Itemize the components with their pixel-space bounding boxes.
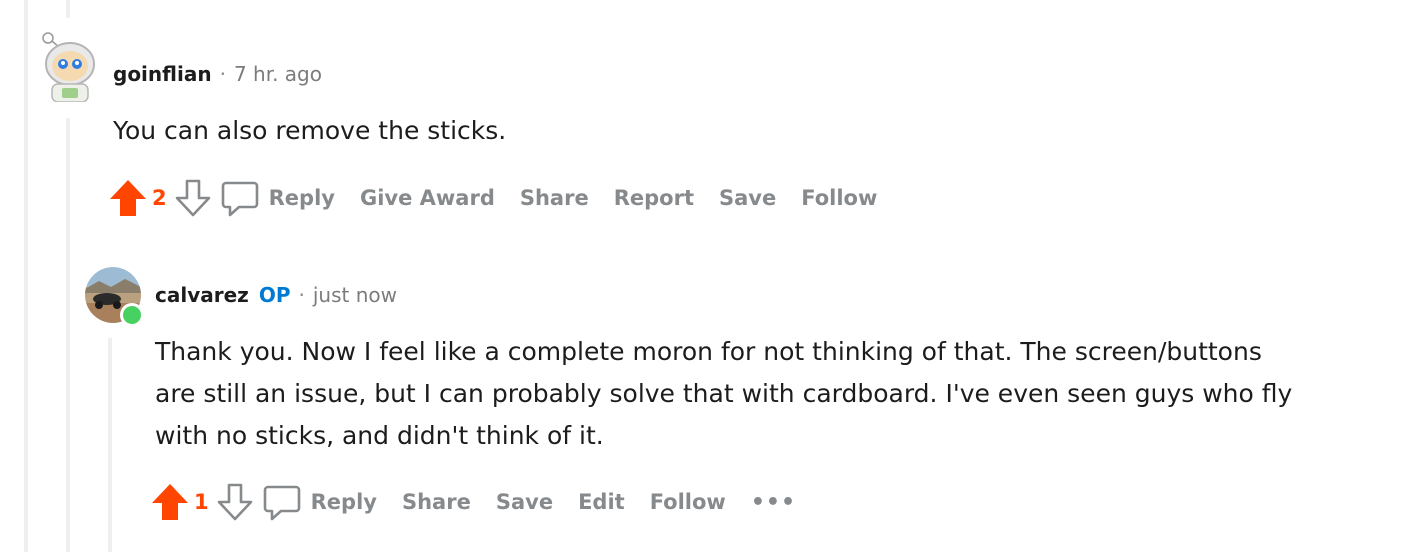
comment-actions: 1 Reply Share Save Edit Follow ••• <box>150 480 796 524</box>
comment-actions: 2 Reply Give Award Share Report Save Fol… <box>108 176 902 220</box>
save-button[interactable]: Save <box>719 186 776 210</box>
edit-button[interactable]: Edit <box>578 490 625 514</box>
thread-line-comment-2[interactable] <box>108 338 112 552</box>
author-link[interactable]: calvarez <box>155 283 249 307</box>
vote-score: 1 <box>194 490 209 514</box>
thread-line-outer[interactable] <box>24 0 28 552</box>
follow-button[interactable]: Follow <box>801 186 877 210</box>
meta-separator: · <box>298 283 305 307</box>
op-badge: OP <box>258 283 291 307</box>
meta-separator: · <box>219 62 226 86</box>
author-link[interactable]: goinflian <box>113 62 212 86</box>
comment-bubble-icon[interactable] <box>219 177 261 219</box>
downvote-icon[interactable] <box>215 482 255 522</box>
comment-bubble-icon[interactable] <box>261 481 303 523</box>
more-options-button[interactable]: ••• <box>751 490 796 515</box>
give-award-button[interactable]: Give Award <box>360 186 495 210</box>
upvote-icon[interactable] <box>150 482 190 522</box>
timestamp[interactable]: just now <box>313 283 397 307</box>
comment-body-line: with no sticks, and didn't think of it. <box>155 421 604 450</box>
online-status-indicator <box>120 303 144 327</box>
report-button[interactable]: Report <box>614 186 694 210</box>
snoo-astronaut-avatar-icon <box>42 32 95 103</box>
comment-body-line: are still an issue, but I can probably s… <box>155 379 1293 408</box>
reply-button[interactable]: Reply <box>311 490 377 514</box>
upvote-icon[interactable] <box>108 178 148 218</box>
save-button[interactable]: Save <box>496 490 553 514</box>
thread-line-comment-1[interactable] <box>66 118 70 552</box>
downvote-icon[interactable] <box>173 178 213 218</box>
comment-body: You can also remove the sticks. <box>113 116 507 145</box>
follow-button[interactable]: Follow <box>650 490 726 514</box>
comment-body: Thank you. Now I feel like a complete mo… <box>155 331 1292 457</box>
comment-body-line: Thank you. Now I feel like a complete mo… <box>155 337 1262 366</box>
reply-button[interactable]: Reply <box>269 186 335 210</box>
share-button[interactable]: Share <box>402 490 471 514</box>
thread-line-top[interactable] <box>66 0 70 18</box>
share-button[interactable]: Share <box>520 186 589 210</box>
comment-meta: calvarez OP · just now <box>155 283 397 307</box>
timestamp[interactable]: 7 hr. ago <box>234 62 322 86</box>
comment-meta: goinflian · 7 hr. ago <box>113 62 322 86</box>
avatar[interactable] <box>38 30 96 103</box>
vote-score: 2 <box>152 186 167 210</box>
